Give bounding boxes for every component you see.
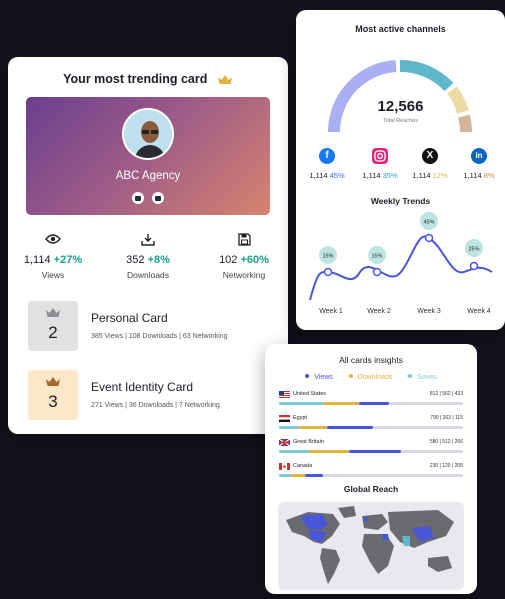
- x-icon: X: [422, 148, 438, 164]
- channel-facebook[interactable]: f 1,114 45%: [302, 148, 352, 180]
- channel-instagram[interactable]: 1,114 35%: [355, 148, 405, 180]
- profile-name: ABC Agency: [115, 170, 181, 182]
- rank-badge: 3: [28, 370, 78, 420]
- rank-badge: 2: [28, 301, 78, 351]
- reach-gauge: [327, 59, 472, 133]
- trending-card: Your most trending card ABC Agency 1,114…: [8, 57, 288, 434]
- svg-text:25%: 25%: [468, 247, 479, 253]
- country-row-great-britain[interactable]: Great Britain 580 | 512 | 266: [279, 439, 463, 459]
- linkedin-icon: in: [471, 148, 487, 164]
- profile-banner[interactable]: ABC Agency: [26, 97, 270, 215]
- week-label: Week 3: [417, 308, 441, 315]
- insights-card: All cards insights Views Downloads Saves…: [265, 344, 477, 594]
- stat-downloads: 352 +8% Downloads: [108, 233, 188, 280]
- channels-title: Most active channels: [355, 24, 446, 34]
- trending-card-title: Your most trending card: [8, 72, 288, 86]
- total-reaches-label: Total Reaches: [383, 118, 418, 124]
- egypt-flag-icon: [279, 415, 290, 422]
- lock-icon[interactable]: [131, 192, 144, 204]
- channel-x[interactable]: X 1,114 12%: [405, 148, 455, 180]
- svg-text:15%: 15%: [371, 254, 382, 260]
- trend-point-week-4: 25%: [465, 239, 483, 271]
- week-label: Week 1: [319, 308, 343, 315]
- gb-flag-icon: [279, 439, 290, 446]
- global-reach-title: Global Reach: [343, 484, 399, 494]
- insights-legend: Views Downloads Saves: [265, 374, 477, 381]
- stat-views: 1,114 +27% Views: [13, 233, 93, 280]
- facebook-icon: f: [319, 148, 335, 164]
- legend-views: Views: [305, 374, 333, 381]
- country-row-egypt[interactable]: Egypt 790 | 263 | 115: [279, 415, 463, 435]
- rank-item-event-identity-card[interactable]: 3 Event Identity Card 271 Views | 36 Dow…: [28, 370, 278, 420]
- country-row-canada[interactable]: Canada 230 | 120 | 205: [279, 463, 463, 483]
- channels-card: Most active channels 12,566 Total Reache…: [296, 10, 505, 330]
- legend-downloads: Downloads: [348, 374, 392, 381]
- week-label: Week 4: [467, 308, 491, 315]
- weekly-trends-title: Weekly Trends: [370, 196, 431, 206]
- insights-title: All cards insights: [339, 355, 403, 365]
- crown-icon: [46, 377, 60, 386]
- svg-text:15%: 15%: [322, 254, 333, 260]
- download-icon: [108, 233, 188, 249]
- avatar: [122, 108, 174, 160]
- weekly-trend-chart: 15% 15% 45% 25%: [309, 212, 493, 301]
- stat-networking: 102 +60% Networking: [204, 233, 284, 280]
- channel-linkedin[interactable]: in 1,114 8%: [454, 148, 504, 180]
- trend-point-week-1: 15%: [319, 246, 337, 277]
- trend-point-week-2: 15%: [368, 246, 386, 277]
- instagram-icon: [372, 148, 388, 164]
- rank-item-personal-card[interactable]: 2 Personal Card 385 Views | 108 Download…: [28, 301, 278, 351]
- briefcase-icon[interactable]: [152, 192, 165, 204]
- eye-icon: [13, 233, 93, 249]
- legend-saves: Saves: [408, 374, 437, 381]
- crown-icon: [46, 308, 60, 317]
- crown-icon: [217, 75, 232, 84]
- world-map[interactable]: [278, 502, 464, 590]
- save-icon: [204, 233, 284, 249]
- svg-text:45%: 45%: [423, 220, 434, 226]
- total-reaches-value: 12,566: [377, 98, 424, 115]
- country-row-us[interactable]: United States 812 | 562 | 433: [279, 391, 463, 411]
- canada-flag-icon: [279, 463, 290, 470]
- week-label: Week 2: [367, 308, 391, 315]
- us-flag-icon: [279, 391, 290, 398]
